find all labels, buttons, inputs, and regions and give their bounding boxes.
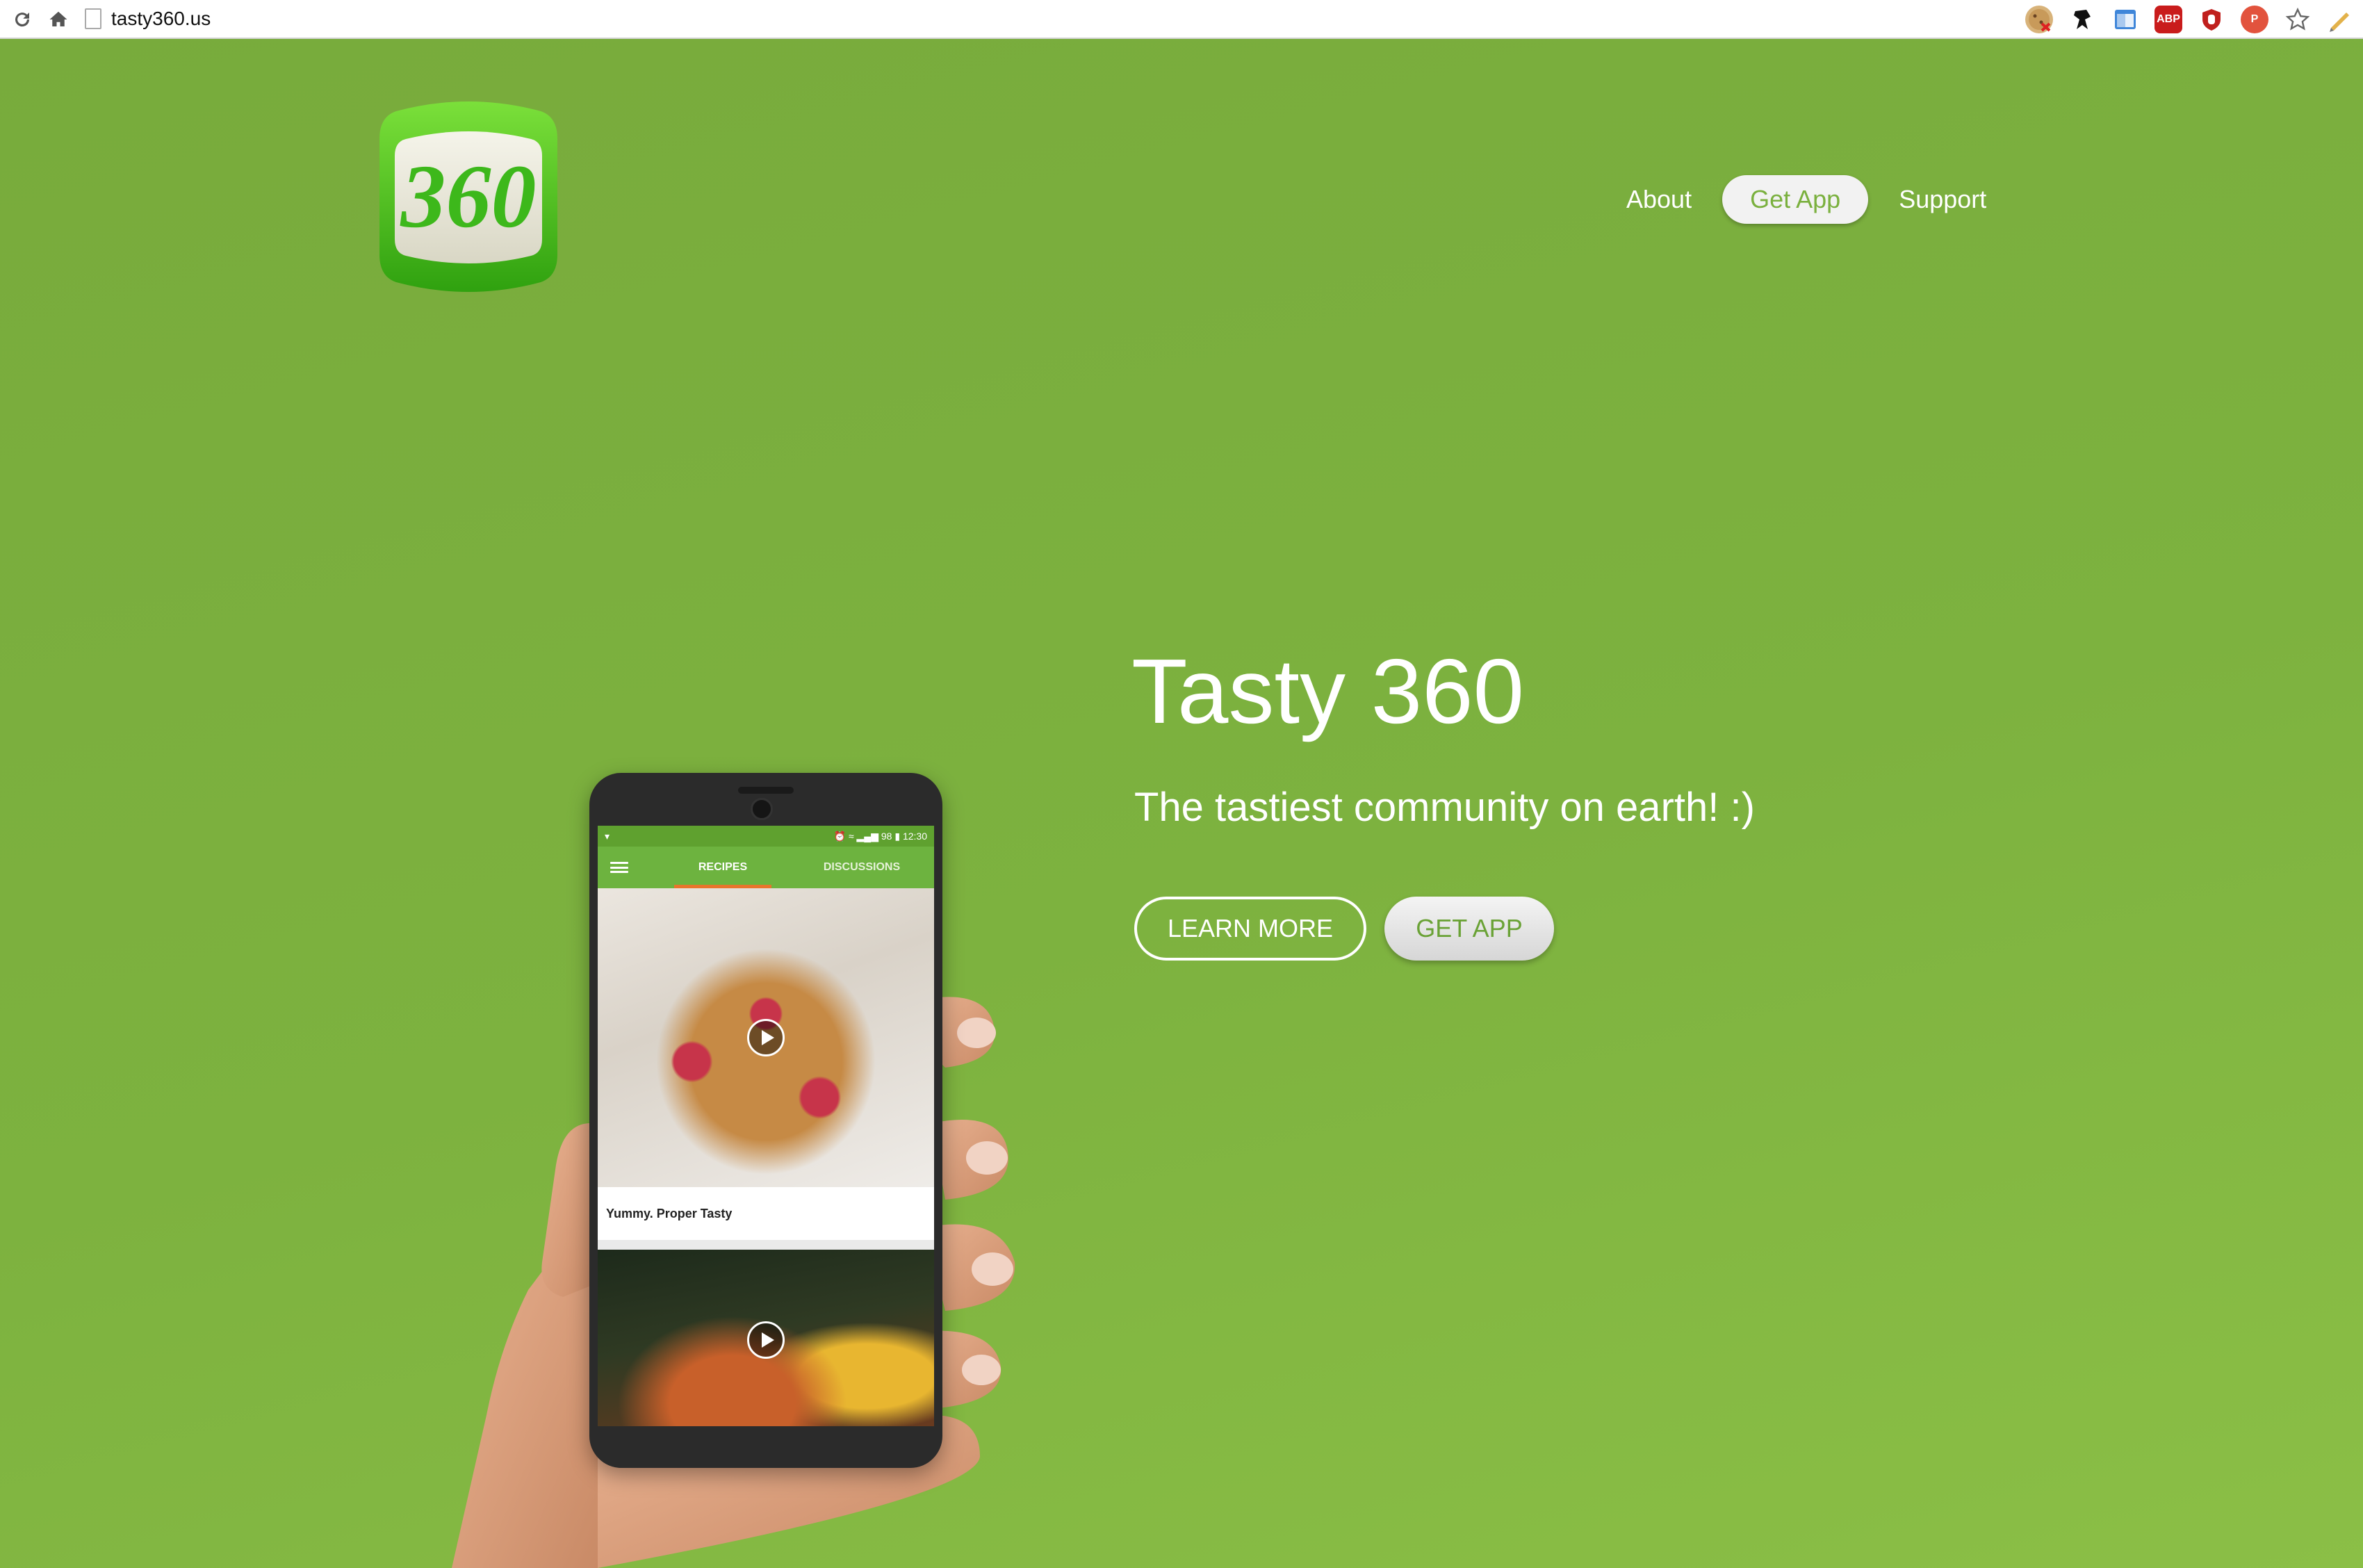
learn-more-button[interactable]: LEARN MORE (1134, 897, 1366, 961)
top-nav: About Get App Support (1598, 175, 2014, 224)
tab-discussions[interactable]: DISCUSSIONS (806, 847, 917, 888)
play-icon[interactable] (747, 1019, 785, 1056)
pocket-icon[interactable]: P (2241, 6, 2268, 33)
logo-text: 360 (400, 147, 537, 247)
phone-in-hand-image: ▾ ⏰ ≈ ▂▄▆ 98 ▮ 12:30 RECIPES DISCUSSIONS (389, 734, 1084, 1568)
hamburger-menu-icon[interactable] (610, 862, 628, 873)
notification-icon: ▾ (605, 830, 610, 842)
phone-status-bar: ▾ ⏰ ≈ ▂▄▆ 98 ▮ 12:30 (598, 826, 934, 847)
nav-get-app[interactable]: Get App (1722, 175, 1869, 224)
reload-icon[interactable] (8, 6, 36, 33)
play-icon[interactable] (747, 1321, 785, 1359)
app-toolbar: RECIPES DISCUSSIONS (598, 847, 934, 888)
status-right: ⏰ ≈ ▂▄▆ 98 ▮ 12:30 (834, 831, 927, 842)
browser-toolbar: tasty360.us ABP P (0, 0, 2363, 39)
recipe-card-caption: Yummy. Proper Tasty (598, 1187, 934, 1240)
phone-camera (751, 798, 773, 820)
address-bar-url: tasty360.us (111, 8, 211, 29)
get-app-button[interactable]: GET APP (1384, 897, 1554, 961)
signal-icon: ▂▄▆ (856, 830, 878, 842)
recipe-feed: Yummy. Proper Tasty (598, 888, 934, 1426)
status-time: 12:30 (902, 830, 927, 842)
alarm-icon: ⏰ (833, 830, 847, 842)
star-icon[interactable] (2284, 6, 2312, 33)
ninja-icon[interactable] (2068, 6, 2096, 33)
address-bar[interactable]: tasty360.us (85, 3, 1961, 35)
tab-recipes[interactable]: RECIPES (674, 847, 771, 888)
adblock-icon[interactable]: ABP (2154, 6, 2182, 33)
extension-icons: ABP P (2025, 4, 2355, 35)
recipe-card-image-2[interactable] (598, 1250, 934, 1426)
hero-title: Tasty 360 (1131, 640, 1524, 742)
battery-icon: ▮ (894, 830, 901, 842)
nav-about[interactable]: About (1598, 175, 1719, 224)
phone-device: ▾ ⏰ ≈ ▂▄▆ 98 ▮ 12:30 RECIPES DISCUSSIONS (589, 773, 942, 1468)
wifi-icon: ≈ (848, 830, 854, 842)
nav-support[interactable]: Support (1871, 175, 2014, 224)
home-icon[interactable] (44, 6, 72, 33)
recipe-card-image[interactable] (598, 888, 934, 1187)
window-icon[interactable] (2111, 6, 2139, 33)
phone-screen: ▾ ⏰ ≈ ▂▄▆ 98 ▮ 12:30 RECIPES DISCUSSIONS (598, 826, 934, 1426)
edit-icon[interactable] (2327, 6, 2355, 33)
battery-level: 98 (881, 830, 892, 842)
ublock-icon[interactable] (2198, 6, 2225, 33)
hero-subtitle: The tastiest community on earth! :) (1134, 785, 1755, 830)
page-icon (85, 8, 101, 29)
tasty360-logo[interactable]: 360 (375, 97, 562, 299)
cookie-icon[interactable] (2025, 6, 2053, 33)
phone-speaker (738, 787, 794, 794)
landing-page: 360 About Get App Support Tasty 360 The … (0, 39, 2363, 1568)
